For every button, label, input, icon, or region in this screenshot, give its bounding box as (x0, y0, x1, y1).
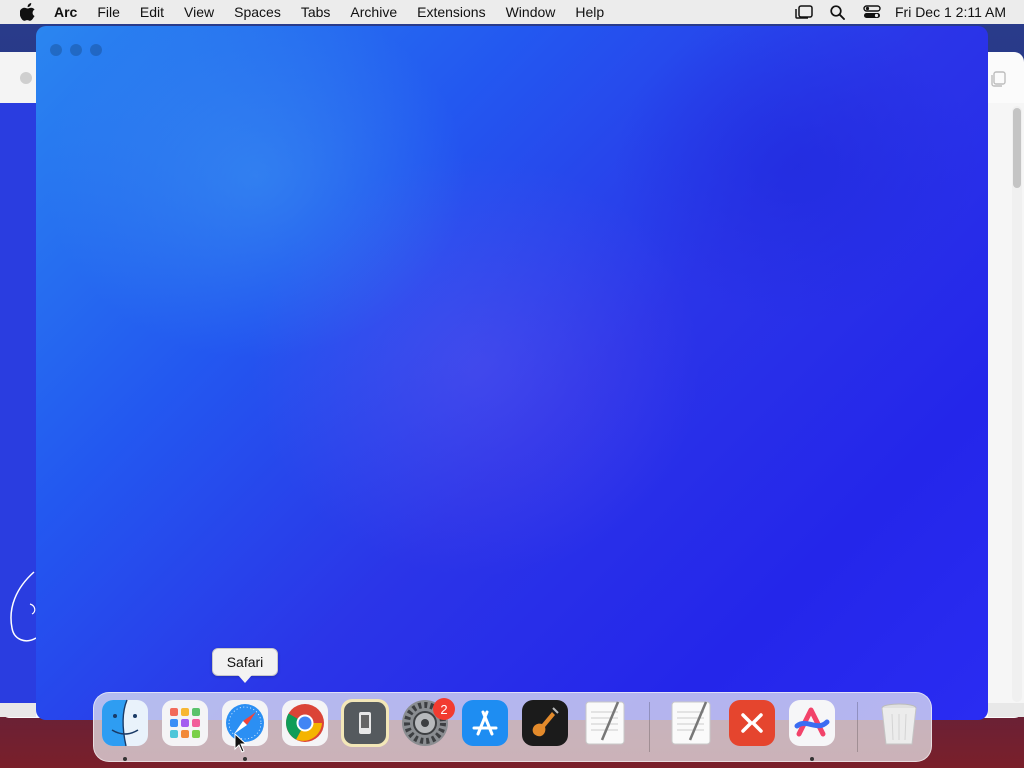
app-store-icon[interactable] (460, 698, 510, 748)
menu-help[interactable]: Help (565, 0, 614, 24)
copy-icon[interactable] (988, 68, 1008, 88)
remote-desktop-icon[interactable] (727, 698, 777, 748)
spotlight-search-icon[interactable] (821, 0, 855, 24)
textedit-doc-icon[interactable] (666, 698, 716, 748)
menu-tabs[interactable]: Tabs (291, 0, 341, 24)
apple-menu-icon[interactable] (18, 0, 38, 24)
launchpad-icon[interactable] (160, 698, 210, 748)
background-window-bottom-right (988, 703, 1024, 717)
menu-bar-status-area: Fri Dec 1 2:11 AM (787, 0, 1014, 24)
dock-tooltip-arrow (238, 675, 252, 683)
finder-icon[interactable] (100, 698, 150, 748)
arc-main-window[interactable] (36, 26, 988, 720)
mouse-cursor-icon (234, 733, 248, 753)
window-close-button[interactable] (50, 44, 62, 56)
dock-separator (857, 702, 858, 752)
menu-spaces[interactable]: Spaces (224, 0, 291, 24)
menu-window[interactable]: Window (496, 0, 566, 24)
menu-view[interactable]: View (174, 0, 224, 24)
menu-app-name[interactable]: Arc (50, 0, 87, 24)
menu-archive[interactable]: Archive (340, 0, 407, 24)
menu-edit[interactable]: Edit (130, 0, 174, 24)
window-minimize-button[interactable] (70, 44, 82, 56)
menu-bar: Arc File Edit View Spaces Tabs Archive E… (0, 0, 1024, 24)
finder-running-indicator (123, 757, 127, 761)
trash-icon[interactable] (874, 698, 924, 748)
menu-extensions[interactable]: Extensions (407, 0, 495, 24)
menu-file[interactable]: File (87, 0, 130, 24)
background-window-bottom-left (0, 703, 36, 717)
arc-icon[interactable] (787, 698, 837, 748)
safari-running-indicator (243, 757, 247, 761)
arc-running-indicator (810, 757, 814, 761)
textedit-icon[interactable] (580, 698, 630, 748)
menu-bar-clock[interactable]: Fri Dec 1 2:11 AM (889, 4, 1014, 20)
dock-separator (649, 702, 650, 752)
scrollbar-thumb[interactable] (1013, 108, 1021, 188)
window-zoom-button[interactable] (90, 44, 102, 56)
sketch-drawing (10, 571, 36, 642)
chrome-icon[interactable] (280, 698, 330, 748)
notification-badge: 2 (433, 698, 455, 720)
stage-manager-icon[interactable] (787, 0, 821, 24)
scrollbar[interactable] (1012, 106, 1022, 702)
control-center-icon[interactable] (855, 0, 889, 24)
garageband-icon[interactable] (520, 698, 570, 748)
dock-tooltip: Safari (212, 648, 278, 676)
simulator-icon[interactable] (340, 698, 390, 748)
background-window-close-button[interactable] (20, 72, 32, 84)
